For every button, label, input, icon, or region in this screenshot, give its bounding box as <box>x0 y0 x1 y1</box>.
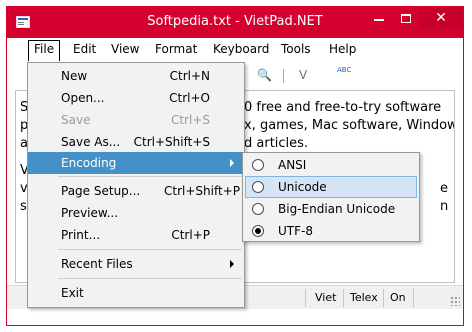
menu-item-label: Preview... <box>61 206 119 220</box>
status-mode[interactable]: Viet <box>315 291 336 304</box>
menu-item-shortcut: Ctrl+N <box>169 69 210 83</box>
menu-file[interactable]: File <box>28 40 61 61</box>
menu-item-shortcut: Ctrl+S <box>170 113 210 127</box>
encoding-utf8[interactable]: UTF-8 <box>245 220 417 242</box>
status-divider <box>383 289 384 307</box>
status-divider <box>343 289 344 307</box>
encoding-label: Big-Endian Unicode <box>278 202 396 216</box>
menu-view[interactable]: View <box>107 41 143 57</box>
editor-fragment: s <box>20 199 27 214</box>
submenu-arrow-icon <box>230 159 234 167</box>
editor-fragment: n <box>440 199 449 214</box>
menu-keyboard[interactable]: Keyboard <box>209 41 273 57</box>
title-bar[interactable]: Softpedia.txt - VietPad.NET ✕ <box>7 7 463 38</box>
menu-tools[interactable]: Tools <box>277 41 315 57</box>
menu-bar: File Edit View Format Keyboard Tools Hel… <box>7 38 463 61</box>
editor-fragment: e <box>440 181 448 196</box>
menu-item-shortcut: Ctrl+P <box>171 228 210 242</box>
maximize-icon <box>401 13 411 23</box>
encoding-ansi[interactable]: ANSI <box>245 154 417 176</box>
menu-item-shortcut: Ctrl+O <box>169 91 210 105</box>
editor-line: d articles. <box>244 136 309 151</box>
menu-format[interactable]: Format <box>151 41 201 57</box>
menu-item-new[interactable]: New Ctrl+N <box>28 65 244 87</box>
menu-item-save-as[interactable]: Save As... Ctrl+Shift+S <box>28 131 244 153</box>
menu-item-label: Page Setup... <box>61 184 141 198</box>
radio-icon <box>252 181 264 193</box>
encoding-big-endian-unicode[interactable]: Big-Endian Unicode <box>245 198 417 220</box>
menu-separator <box>58 249 242 250</box>
encoding-label: UTF-8 <box>278 224 313 238</box>
menu-separator <box>58 176 242 177</box>
menu-item-save[interactable]: Save Ctrl+S <box>28 109 244 131</box>
find-icon[interactable]: 🔍 <box>257 68 272 82</box>
radio-icon <box>252 203 264 215</box>
status-divider <box>305 289 306 307</box>
encoding-label: Unicode <box>278 180 327 194</box>
menu-item-preview[interactable]: Preview... <box>28 202 244 224</box>
menu-item-page-setup[interactable]: Page Setup... Ctrl+Shift+P <box>28 180 244 202</box>
maximize-button[interactable] <box>393 7 419 29</box>
menu-separator <box>58 278 242 279</box>
menu-help[interactable]: Help <box>325 41 360 57</box>
menu-item-label: Open... <box>61 91 105 105</box>
editor-line: x, games, Mac software, Windows <box>244 118 455 133</box>
menu-item-label: Recent Files <box>61 257 133 271</box>
menu-item-label: Print... <box>61 228 101 242</box>
radio-selected-icon <box>252 225 264 237</box>
menu-item-label: Save As... <box>61 135 121 149</box>
encoding-submenu: ANSI Unicode Big-Endian Unicode UTF-8 <box>242 152 420 242</box>
menu-item-print[interactable]: Print... Ctrl+P <box>28 224 244 246</box>
editor-line: 0 free and free-to-try software <box>244 100 442 115</box>
menu-item-label: Save <box>61 113 91 127</box>
menu-item-label: Encoding <box>61 156 117 170</box>
minimize-button[interactable] <box>365 7 393 29</box>
menu-item-shortcut: Ctrl+Shift+P <box>164 184 240 198</box>
menu-item-encoding[interactable]: Encoding <box>28 152 244 174</box>
close-button[interactable]: ✕ <box>419 7 463 29</box>
toolbar-separator <box>283 69 284 83</box>
menu-item-label: Exit <box>61 286 84 300</box>
menu-item-exit[interactable]: Exit <box>28 282 244 304</box>
menu-item-label: New <box>61 69 88 83</box>
menu-item-open[interactable]: Open... Ctrl+O <box>28 87 244 109</box>
encoding-unicode[interactable]: Unicode <box>245 176 417 198</box>
spell-check-icon[interactable]: ABC <box>337 66 351 74</box>
close-icon: ✕ <box>435 10 447 26</box>
menu-item-shortcut: Ctrl+Shift+S <box>133 135 210 149</box>
radio-icon <box>252 159 264 171</box>
status-state[interactable]: On <box>390 291 406 304</box>
encoding-label: ANSI <box>278 158 307 172</box>
status-divider <box>413 289 414 307</box>
file-menu-dropdown: New Ctrl+N Open... Ctrl+O Save Ctrl+S Sa… <box>27 62 245 308</box>
submenu-arrow-icon <box>230 260 234 268</box>
menu-edit[interactable]: Edit <box>69 41 100 57</box>
menu-item-recent-files[interactable]: Recent Files <box>28 253 244 275</box>
minimize-icon <box>374 19 384 21</box>
resize-grip-icon[interactable] <box>450 296 460 306</box>
status-input-method[interactable]: Telex <box>350 291 378 304</box>
keyboard-toggle-icon[interactable]: V <box>299 68 307 82</box>
